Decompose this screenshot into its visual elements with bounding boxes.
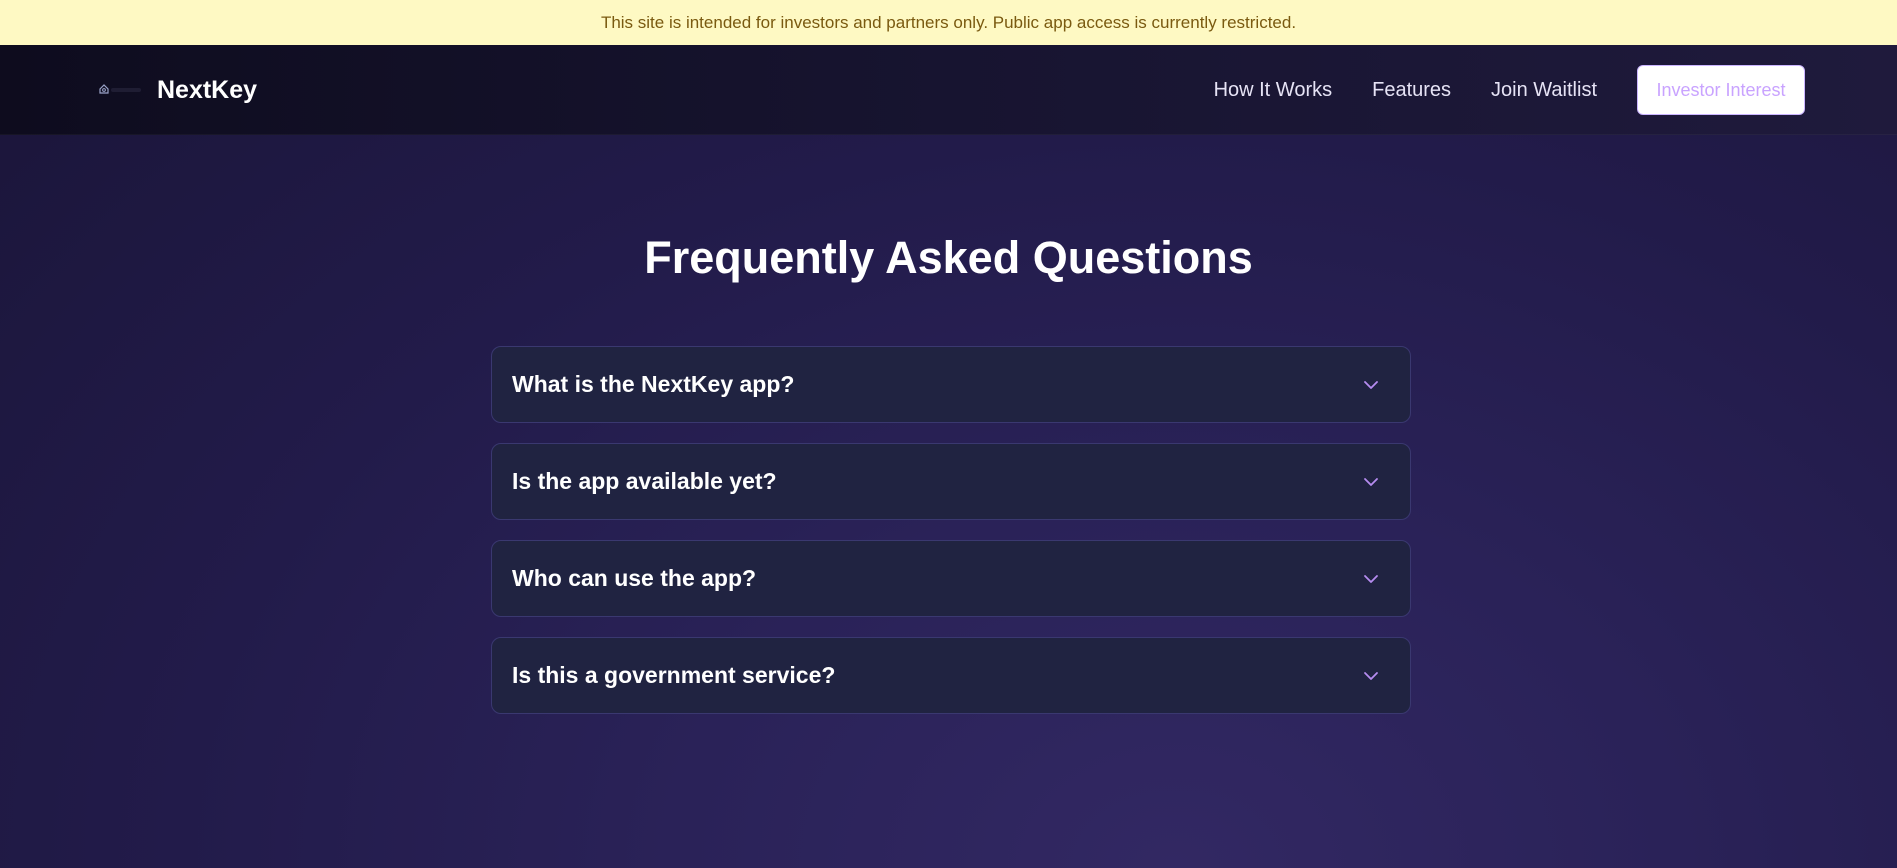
faq-question: Who can use the app?: [512, 565, 757, 591]
brand[interactable]: NextKey: [97, 45, 257, 135]
notice-bar: This site is intended for investors and …: [0, 0, 1897, 45]
chevron-down-icon: [1363, 474, 1379, 490]
house-key-icon: [97, 78, 143, 102]
faq-item-what-is-nextkey[interactable]: What is the NextKey app?: [491, 346, 1411, 423]
faq-item-app-available[interactable]: Is the app available yet?: [491, 443, 1411, 520]
nav-features[interactable]: Features: [1372, 79, 1451, 102]
faq-item-who-can-use[interactable]: Who can use the app?: [491, 540, 1411, 617]
faq-question: Is this a government service?: [512, 662, 836, 688]
faq-item-government-service[interactable]: Is this a government service?: [491, 637, 1411, 714]
notice-text: This site is intended for investors and …: [600, 12, 1297, 32]
brand-name: NextKey: [157, 75, 258, 104]
chevron-down-icon: [1363, 377, 1379, 393]
chevron-down-icon: [1363, 668, 1379, 684]
chevron-down-icon: [1363, 571, 1379, 587]
nav-join-waitlist[interactable]: Join Waitlist: [1491, 79, 1597, 102]
faq-title: Frequently Asked Questions: [644, 232, 1253, 283]
investor-interest-button[interactable]: Investor Interest: [1637, 65, 1805, 115]
navbar: NextKey How It Works Features Join Waitl…: [0, 45, 1897, 135]
faq-question: What is the NextKey app?: [512, 371, 795, 397]
faq-list: What is the NextKey app? Is the app avai…: [491, 346, 1411, 734]
faq-question: Is the app available yet?: [512, 468, 777, 494]
nav-how-it-works[interactable]: How It Works: [1214, 79, 1333, 102]
nav-links: How It Works Features Join Waitlist Inve…: [1214, 45, 1805, 135]
